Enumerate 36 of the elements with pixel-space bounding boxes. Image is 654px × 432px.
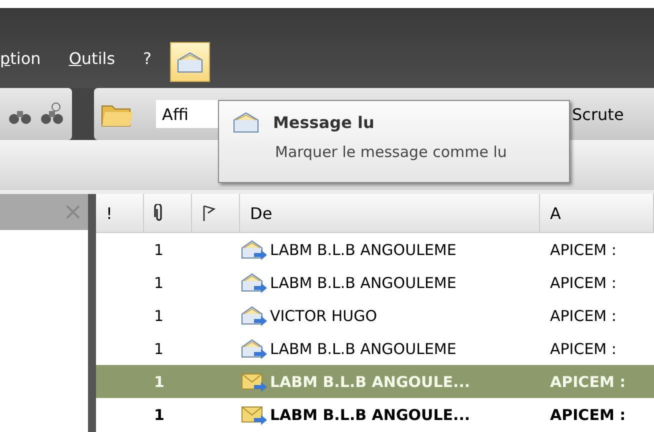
- column-header[interactable]: !: [96, 194, 144, 232]
- table-cell: VICTOR HUGO: [270, 306, 378, 324]
- envelope-button[interactable]: [170, 42, 210, 82]
- open-envelope-icon: [240, 270, 268, 294]
- menu-item[interactable]: ?: [143, 49, 152, 82]
- table-cell-text: APICEM :: [549, 306, 618, 324]
- flag-icon: [202, 204, 216, 222]
- paperclip-icon: [154, 204, 164, 222]
- table-cell-text: 1: [153, 372, 166, 390]
- table-cell: LABM B.L.B ANGOULEME: [270, 340, 456, 358]
- table-cell-text: APICEM :: [549, 240, 618, 258]
- open-envelope-icon: [240, 304, 268, 328]
- column-header[interactable]: A: [540, 194, 654, 232]
- table-cell: LABM B.L.B ANGOULEME: [270, 274, 456, 292]
- open-envelope-icon: [176, 51, 203, 73]
- table-cell-text: APICEM :: [549, 406, 627, 424]
- open-envelope-icon: [233, 111, 259, 133]
- table-cell-text: 1: [153, 340, 165, 358]
- table-cell-text: 1: [153, 274, 165, 292]
- tooltip-text: Marquer le message comme lu: [274, 143, 508, 161]
- menu-item[interactable]: ption: [0, 49, 41, 82]
- table-cell-text: 1: [153, 406, 166, 424]
- table-cell-text: 1: [153, 240, 165, 258]
- table-cell: LABM B.L.B ANGOULEME: [270, 240, 456, 258]
- column-header[interactable]: De: [240, 194, 540, 232]
- table-cell-text: APICEM :: [549, 340, 618, 358]
- table-cell: LABM B.L.B ANGOULE...: [270, 406, 470, 424]
- open-envelope-icon: [240, 238, 268, 262]
- table-cell-text: APICEM :: [549, 274, 618, 292]
- table-cell: LABM B.L.B ANGOULE...: [270, 372, 470, 390]
- tooltip-title: Message lu: [273, 112, 374, 132]
- table-cell-text: APICEM :: [549, 372, 627, 390]
- open-envelope-icon: [240, 336, 268, 360]
- table-cell-text: 1: [153, 306, 165, 324]
- binoculars-icon[interactable]: [40, 101, 64, 127]
- menu-item[interactable]: Outils: [68, 49, 116, 82]
